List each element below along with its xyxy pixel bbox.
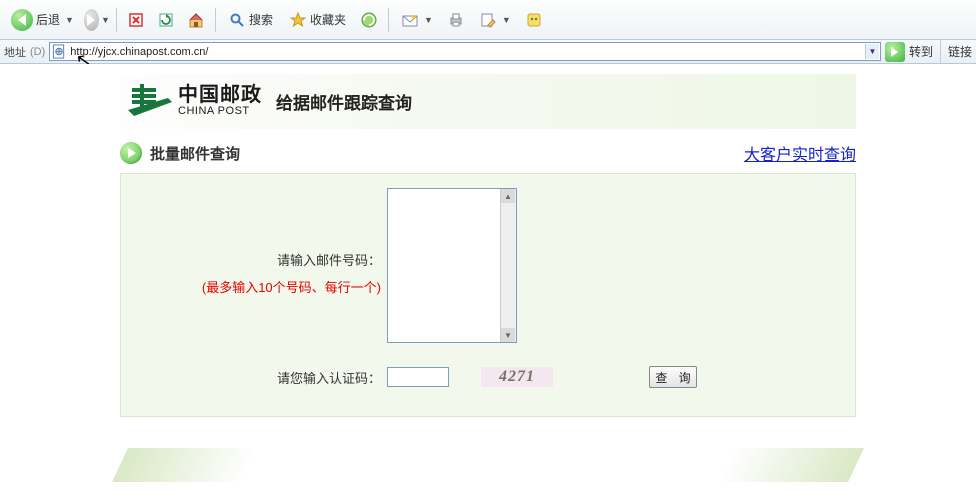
captcha-image: 4271: [481, 367, 553, 387]
print-button[interactable]: [442, 6, 470, 34]
history-icon: [360, 11, 378, 29]
page-icon: [51, 44, 67, 59]
home-button[interactable]: [182, 6, 210, 34]
chinapost-logo: 中国邮政 CHINA POST: [128, 84, 262, 120]
address-bar: 地址 (D) ▼ 转到 链接: [0, 40, 976, 64]
separator: [388, 8, 389, 32]
logo-cn-text: 中国邮政: [178, 85, 262, 106]
separator: [116, 8, 117, 32]
back-button[interactable]: 后退 ▼: [4, 6, 81, 34]
chevron-down-icon: ▼: [65, 15, 74, 25]
decoration: [718, 448, 864, 482]
query-form: 请输入邮件号码： (最多输入10个号码、每行一个) ▲ ▼ 请您输入认证码： 4…: [120, 173, 856, 417]
print-icon: [447, 11, 465, 29]
separator: [940, 40, 941, 64]
edit-icon: [479, 11, 497, 29]
chevron-down-icon: ▼: [101, 15, 110, 25]
page-content: 中国邮政 CHINA POST 给据邮件跟踪查询 批量邮件查询 大客户实时查询 …: [0, 64, 976, 494]
home-icon: [187, 11, 205, 29]
address-input-wrap: ▼: [49, 42, 881, 61]
forward-icon: [84, 9, 99, 31]
favorites-button[interactable]: 收藏夹: [282, 6, 353, 34]
sub-header: 批量邮件查询 大客户实时查询: [120, 141, 856, 165]
mail-icon: [401, 11, 419, 29]
links-label[interactable]: 链接: [948, 43, 972, 60]
logo-icon: [128, 84, 174, 120]
batch-query-label: 批量邮件查询: [150, 143, 240, 164]
url-input[interactable]: [49, 42, 881, 61]
captcha-row: 请您输入认证码： 4271 查 询: [133, 366, 843, 388]
page-title: 给据邮件跟踪查询: [276, 89, 412, 114]
search-icon: [228, 11, 246, 29]
browser-toolbar: 后退 ▼ ▼ 搜索 收藏夹: [0, 0, 976, 40]
separator: [215, 8, 216, 32]
refresh-button[interactable]: [152, 6, 180, 34]
chevron-down-icon: ▼: [502, 15, 511, 25]
messenger-icon: [525, 11, 543, 29]
forward-button[interactable]: ▼: [83, 6, 111, 34]
back-icon: [11, 9, 33, 31]
address-label: 地址: [4, 44, 26, 60]
search-button[interactable]: 搜索: [221, 6, 280, 34]
go-button[interactable]: [885, 42, 905, 62]
big-customer-link[interactable]: 大客户实时查询: [744, 141, 856, 165]
mailnumber-textarea[interactable]: [387, 188, 517, 343]
refresh-icon: [157, 11, 175, 29]
stop-button[interactable]: [122, 6, 150, 34]
chevron-down-icon: ▼: [424, 15, 433, 25]
batch-query-heading: 批量邮件查询: [120, 142, 240, 164]
edit-button[interactable]: ▼: [472, 6, 518, 34]
captcha-input[interactable]: [387, 367, 449, 387]
submit-button[interactable]: 查 询: [649, 366, 697, 388]
captcha-label: 请您输入认证码：: [133, 368, 381, 387]
logo-en-text: CHINA POST: [178, 106, 262, 118]
site-header: 中国邮政 CHINA POST 给据邮件跟踪查询: [120, 74, 856, 129]
search-label: 搜索: [249, 11, 273, 28]
scroll-down-icon[interactable]: ▼: [501, 328, 515, 342]
mailnumber-hint: (最多输入10个号码、每行一个): [133, 277, 381, 296]
stop-icon: [127, 11, 145, 29]
back-label: 后退: [36, 11, 60, 28]
star-icon: [289, 11, 307, 29]
address-dropdown[interactable]: ▼: [865, 44, 879, 59]
mailnumber-label: 请输入邮件号码：: [133, 250, 381, 269]
favorites-label: 收藏夹: [310, 11, 346, 28]
go-label: 转到: [909, 43, 933, 60]
scrollbar[interactable]: ▲ ▼: [500, 189, 516, 342]
address-shortcut: (D): [30, 46, 45, 58]
mail-button[interactable]: ▼: [394, 6, 440, 34]
messenger-button[interactable]: [520, 6, 548, 34]
decoration: [112, 448, 258, 482]
arrow-right-icon: [120, 142, 142, 164]
mailnumber-row: 请输入邮件号码： (最多输入10个号码、每行一个) ▲ ▼: [133, 188, 843, 346]
scroll-up-icon[interactable]: ▲: [501, 189, 515, 203]
history-button[interactable]: [355, 6, 383, 34]
